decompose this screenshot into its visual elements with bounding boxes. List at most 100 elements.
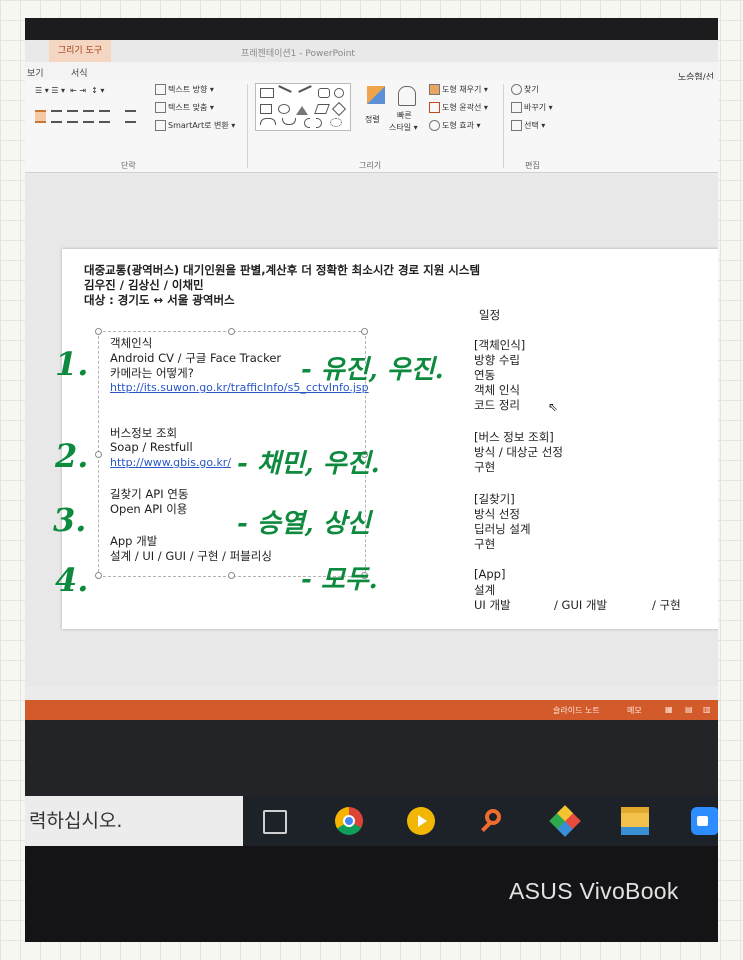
chrome-icon[interactable]: [335, 807, 363, 835]
find-button[interactable]: 찾기: [511, 84, 539, 95]
section-4-line-1: App 개발: [110, 534, 158, 548]
media-player-icon[interactable]: [407, 807, 435, 835]
resize-handle[interactable]: [95, 572, 102, 579]
chrome-center-icon: [343, 815, 355, 827]
schedule-item: UI 개발: [474, 598, 511, 612]
magnifier-icon: [511, 84, 522, 95]
file-explorer-icon[interactable]: [621, 807, 649, 835]
status-bar: 슬라이드 노트 메모 ▦ ▤ ▥: [25, 700, 718, 720]
line-shape-icon[interactable]: [278, 85, 292, 93]
diamond-shape-icon[interactable]: [331, 101, 347, 117]
smartart-button[interactable]: SmartArt로 변환 ▾: [155, 120, 235, 131]
replace-button[interactable]: 바꾸기 ▾: [511, 102, 553, 113]
columns-button[interactable]: [125, 110, 136, 123]
align-text-button[interactable]: 텍스트 맞춤 ▾: [155, 102, 214, 113]
find-label: 찾기: [524, 85, 539, 94]
notes-button[interactable]: 슬라이드 노트: [553, 705, 600, 716]
editing-group-label: 편집: [525, 161, 540, 170]
sorter-view-icon[interactable]: ▤: [685, 705, 693, 714]
quick-styles-icon[interactable]: [398, 86, 416, 106]
align-text-label: 텍스트 맞춤 ▾: [168, 103, 214, 112]
arrange-label[interactable]: 정렬: [365, 114, 380, 125]
paint-bucket-icon: [429, 84, 440, 95]
zoom-icon[interactable]: [691, 807, 718, 835]
shape-fill-label: 도형 채우기 ▾: [442, 85, 488, 94]
schedule-item: 설계: [474, 583, 496, 597]
align-center-button[interactable]: [51, 110, 62, 123]
reading-view-icon[interactable]: ▥: [703, 705, 711, 714]
schedule-item: 객체 인식: [474, 383, 520, 397]
select-button[interactable]: 선택 ▾: [511, 120, 545, 131]
slide[interactable]: 대중교통(광역버스) 대기인원을 판별,계산후 더 정확한 최소시간 경로 지원…: [62, 249, 718, 629]
rect2-shape-icon[interactable]: [260, 104, 272, 114]
align-left-button[interactable]: [35, 110, 46, 123]
schedule-item: [객체인식]: [474, 338, 526, 352]
slide-members: 김우진 / 김상신 / 이채민: [84, 278, 204, 292]
rectangle-shape-icon[interactable]: [260, 88, 274, 98]
schedule-item: 방식 / 대상군 선정: [474, 445, 563, 459]
section-3-line-1: 길찾기 API 연동: [110, 487, 189, 501]
task-view-icon[interactable]: [263, 810, 287, 834]
handwritten-number-4: 4.: [55, 561, 89, 599]
section-2-link[interactable]: http://www.gbis.go.kr/: [110, 456, 231, 469]
schedule-heading: 일정: [479, 308, 501, 322]
resize-handle[interactable]: [228, 572, 235, 579]
taskbar-search-input[interactable]: 력하십시오.: [25, 796, 243, 846]
shape-outline-button[interactable]: 도형 윤곽선 ▾: [429, 102, 488, 113]
resize-handle[interactable]: [95, 328, 102, 335]
smartart-label: SmartArt로 변환 ▾: [168, 121, 236, 130]
play-icon: [418, 815, 427, 827]
select-label: 선택 ▾: [524, 121, 546, 130]
laptop-brand-logo: ASUS VivoBook: [509, 878, 679, 904]
tab-view[interactable]: 보기: [27, 66, 44, 79]
bullets-icon[interactable]: ☰ ▾ ☰ ▾ ⇤ ⇥ ↕ ▾: [35, 86, 104, 95]
text-direction-button[interactable]: 텍스트 방향 ▾: [155, 84, 214, 95]
drawing-tools-tab[interactable]: 그리기 도구: [49, 40, 111, 62]
shape-fill-button[interactable]: 도형 채우기 ▾: [429, 84, 488, 95]
document-title: 프레젠테이션1 - PowerPoint: [241, 49, 355, 59]
arc-shape-icon[interactable]: [260, 118, 276, 125]
curve-shape-icon[interactable]: [282, 118, 296, 125]
schedule-item: 구현: [474, 460, 496, 474]
distributed-button[interactable]: [99, 110, 110, 123]
resize-handle[interactable]: [228, 328, 235, 335]
brace-right-icon[interactable]: [316, 118, 322, 128]
parallelogram-shape-icon[interactable]: [314, 104, 330, 114]
brace-left-icon[interactable]: [304, 118, 310, 128]
normal-view-icon[interactable]: ▦: [665, 705, 673, 714]
section-1-line-2: Android CV / 구글 Face Tracker: [110, 351, 282, 365]
powerpoint-window: 그리기 도구 프레젠테이션1 - PowerPoint 보기 서식 노승협/선 …: [25, 40, 718, 720]
camera-icon: [697, 816, 708, 826]
tab-format[interactable]: 서식: [71, 66, 88, 79]
comments-button[interactable]: 메모: [627, 705, 642, 716]
align-right-button[interactable]: [67, 110, 78, 123]
quick-styles-label-2[interactable]: 스타일 ▾: [389, 122, 418, 133]
title-bar: 그리기 도구 프레젠테이션1 - PowerPoint: [25, 40, 718, 62]
taskbar: 력하십시오.: [25, 796, 718, 846]
search-app-icon[interactable]: [479, 807, 507, 835]
cloud-shape-icon[interactable]: [330, 118, 342, 127]
justify-button[interactable]: [83, 110, 94, 123]
paragraph-group-label: 단락: [121, 161, 136, 170]
quick-styles-label-1[interactable]: 빠른: [397, 110, 412, 121]
oval-shape-icon[interactable]: [334, 88, 344, 98]
align-text-icon: [155, 102, 166, 113]
circle-shape-icon[interactable]: [278, 104, 290, 114]
triangle-shape-icon[interactable]: [296, 106, 308, 115]
handwritten-names-1: - 유진, 우진.: [301, 355, 444, 385]
effects-icon: [429, 120, 440, 131]
schedule-item: 딥러닝 설계: [474, 522, 531, 536]
ribbon-tabs: 보기 서식: [25, 62, 718, 80]
shape-effects-button[interactable]: 도형 효과 ▾: [429, 120, 481, 131]
screen-dark-area: [25, 720, 718, 796]
schedule-item: 코드 정리: [474, 398, 520, 412]
resize-handle[interactable]: [95, 451, 102, 458]
resize-handle[interactable]: [361, 328, 368, 335]
magnifier-handle-icon: [481, 822, 491, 832]
photos-icon[interactable]: [549, 805, 581, 837]
shapes-gallery[interactable]: [255, 83, 351, 131]
arrow-shape-icon[interactable]: [298, 85, 312, 93]
arrange-icon[interactable]: [367, 86, 385, 104]
rounded-rect-icon[interactable]: [318, 88, 330, 98]
shape-effects-label: 도형 효과 ▾: [442, 121, 481, 130]
